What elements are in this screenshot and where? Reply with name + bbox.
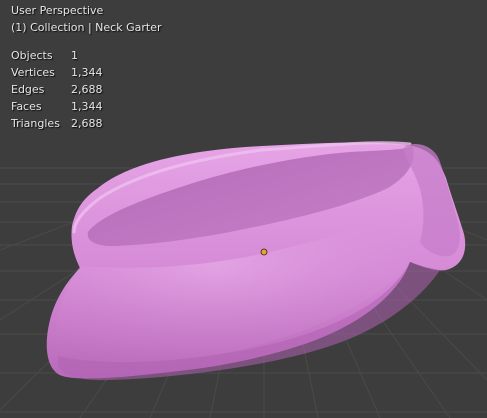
stat-label: Faces [11,100,42,113]
stat-row-objects: Objects 1 [11,47,162,64]
stat-row-edges: Edges 2,688 [11,81,162,98]
stat-value: 1,344 [71,66,103,79]
stat-row-faces: Faces 1,344 [11,98,162,115]
stat-row-vertices: Vertices 1,344 [11,64,162,81]
3d-viewport[interactable]: User Perspective (1) Collection | Neck G… [0,0,487,418]
stat-label: Edges [11,83,45,96]
viewport-info-overlay: User Perspective (1) Collection | Neck G… [11,2,162,132]
stat-label: Objects [11,49,53,62]
view-name-text: User Perspective [11,4,104,17]
collection-label: (1) Collection | Neck Garter [11,21,162,34]
neck-garter-mesh[interactable] [46,141,466,381]
stat-value: 1 [71,49,78,62]
object-origin-marker [260,248,268,256]
stat-value: 2,688 [71,83,103,96]
stat-row-triangles: Triangles 2,688 [11,115,162,132]
scene-statistics: Objects 1 Vertices 1,344 Edges 2,688 Fac… [11,47,162,132]
stat-label: Vertices [11,66,55,79]
stat-value: 2,688 [71,117,103,130]
stat-label: Triangles [11,117,60,130]
stat-value: 1,344 [71,100,103,113]
